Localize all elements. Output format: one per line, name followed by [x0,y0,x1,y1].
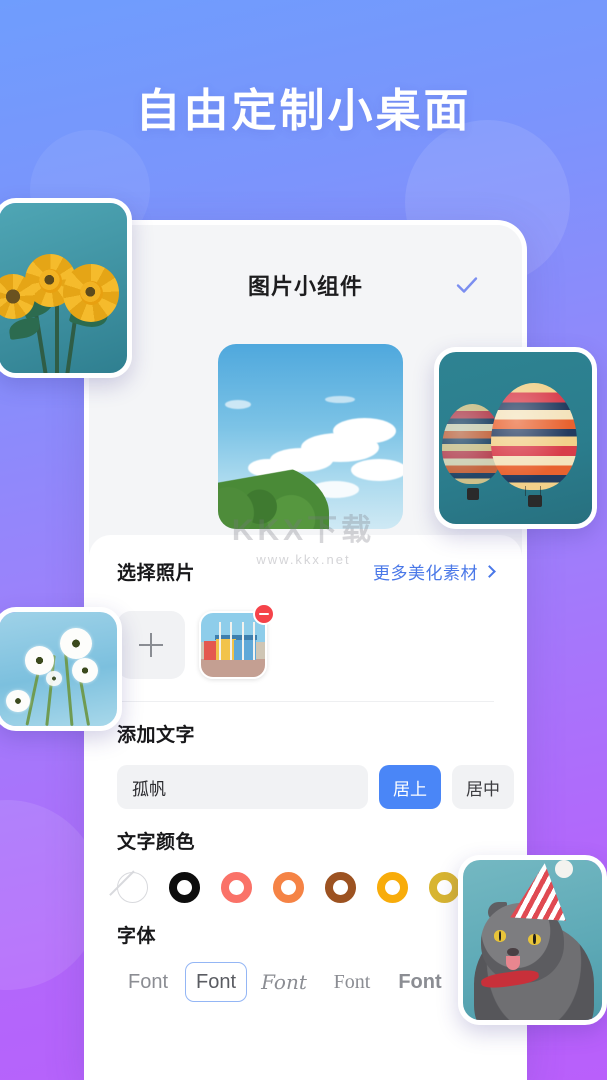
photo-thumbnail-item[interactable] [199,603,275,679]
decor-image-cosmos [0,607,122,731]
photo-thumbnail-row [117,603,494,679]
decor-image-cat [458,855,607,1025]
page-title: 自由定制小桌面 [135,85,472,136]
add-photo-button[interactable] [117,611,185,679]
decor-image-balloons [434,347,597,529]
color-swatch-none[interactable] [117,872,148,903]
color-swatch-brown[interactable] [325,872,356,903]
remove-photo-button[interactable] [253,603,275,625]
photos-section-label: 选择照片 [117,562,196,584]
chevron-right-icon [483,564,496,578]
text-field-row: 居上 居中 居下 [117,759,514,809]
color-section-label: 文字颜色 [117,832,196,853]
align-bottom-button[interactable]: 居下 [525,765,527,809]
check-icon[interactable] [454,272,480,298]
font-option-2[interactable]: Font [185,962,247,1002]
font-section-label: 字体 [117,926,157,947]
color-swatch-coral[interactable] [221,872,252,903]
more-materials-link[interactable]: 更多美化素材 [373,559,496,584]
text-input[interactable] [117,765,368,809]
align-top-button[interactable]: 居上 [379,765,441,809]
decor-image-sunflower [0,198,132,378]
font-option-row: Font Font Font Font Font Fo [117,960,499,1002]
text-section-label: 添加文字 [117,725,196,746]
photos-section-header: 选择照片 更多美化素材 [117,535,496,607]
font-option-1[interactable]: Font [117,962,179,1002]
widget-header: 图片小组件 [89,269,522,301]
more-materials-label: 更多美化素材 [373,563,478,583]
color-swatch-gold[interactable] [429,872,460,903]
font-option-3[interactable]: Font [253,962,315,1002]
widget-title: 图片小组件 [247,274,363,299]
color-swatch-amber[interactable] [377,872,408,903]
align-middle-button[interactable]: 居中 [452,765,514,809]
widget-preview-image[interactable] [218,344,403,529]
color-swatch-black[interactable] [169,872,200,903]
color-swatch-row [117,866,494,903]
font-option-4[interactable]: Font [321,962,383,1002]
font-option-5[interactable]: Font [389,962,451,1002]
color-swatch-orange[interactable] [273,872,304,903]
